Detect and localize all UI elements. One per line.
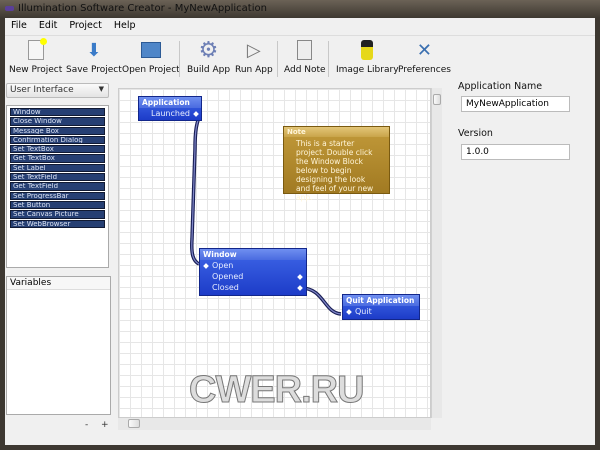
variables-panel: Variables [6,276,111,415]
watermark-logo: CWER.RU [189,369,366,412]
new-project-label: New Project [9,65,63,75]
toolbar-separator [179,41,180,77]
open-project-label: Open Project [122,65,180,75]
gear-icon: ⚙ [198,37,219,63]
preferences-button[interactable]: ✕ Preferences [398,38,451,76]
note-title: Note [284,127,389,137]
block-list-item[interactable]: Set ProgressBar [10,191,105,200]
output-port-icon[interactable] [193,111,199,117]
image-library-button[interactable]: Image Library [336,38,399,75]
note-block[interactable]: Note This is a starter project. Double c… [283,126,390,202]
open-project-icon [140,38,162,62]
block-list-item[interactable]: Confirmation Dialog [10,135,105,145]
remove-variable-button[interactable]: - [85,420,88,430]
add-note-label: Add Note [284,65,326,75]
category-value: User Interface [10,85,74,95]
row-label: Opened [212,272,244,281]
add-note-button[interactable]: Add Note [284,38,326,75]
block-title: Window [200,249,306,260]
block-title: Quit Application [343,295,419,306]
window-title: Illumination Software Creator - MyNewApp… [18,3,267,14]
block-list-item[interactable]: Set Label [10,163,105,173]
app-icon [5,6,14,11]
block-list-item[interactable]: Set TextField [10,173,105,182]
block-list-item[interactable]: Close Window [10,117,105,126]
row-label: Closed [212,283,239,292]
menu-edit[interactable]: Edit [33,18,63,34]
application-block[interactable]: Application Launched [138,96,202,121]
connection-closed-quit [300,287,342,315]
input-port-icon[interactable] [203,263,209,269]
horizontal-scrollbar[interactable] [118,418,431,430]
vertical-scrollbar[interactable] [431,88,442,418]
build-app-button[interactable]: ⚙ Build App [187,37,231,76]
scroll-thumb[interactable] [128,419,140,428]
output-port-icon[interactable] [297,274,303,280]
version-label: Version [458,128,493,139]
version-input[interactable] [461,144,570,160]
new-project-button[interactable]: New Project [9,38,62,75]
preferences-label: Preferences [398,65,451,75]
app-window: Illumination Software Creator - MyNewApp… [0,0,600,450]
menu-file[interactable]: File [5,18,33,34]
build-app-label: Build App [187,65,231,75]
quit-application-block[interactable]: Quit Application Quit [342,294,420,320]
window-block[interactable]: Window Open Opened Closed [199,248,307,296]
block-list-item[interactable]: Set Canvas Picture [10,210,105,219]
variables-header: Variables [7,277,110,290]
block-list-item[interactable]: Set WebBrowser [10,219,105,228]
app-name-input[interactable] [461,96,570,112]
toolbar: New Project ⬇ Save Project Open Project ⚙… [5,35,595,81]
run-app-button[interactable]: ▷ Run App [235,38,273,76]
save-project-button[interactable]: ⬇ Save Project [66,38,122,76]
chevron-down-icon: ▼ [98,85,104,93]
menu-project[interactable]: Project [63,18,108,34]
block-list-item[interactable]: Get TextBox [10,154,105,163]
block-list-item[interactable]: Get TextField [10,182,105,191]
play-icon: ▷ [246,39,261,61]
client-area: File Edit Project Help New Project ⬇ Save… [5,18,595,445]
flow-canvas[interactable]: Application Launched Note This is a star… [118,88,431,418]
note-icon [294,38,316,62]
tools-icon: ✕ [416,39,433,61]
image-library-icon [356,38,378,62]
output-closed[interactable]: Closed [200,282,306,293]
input-port-icon[interactable] [346,309,352,315]
toolbar-separator [328,41,329,77]
row-label: Open [212,261,234,270]
scroll-thumb[interactable] [433,94,441,105]
run-app-label: Run App [235,65,273,75]
block-list-item[interactable]: Message Box [10,126,105,135]
block-list-item[interactable]: Set Button [10,200,105,210]
block-list: Window Close Window Message Box Confirmatio… [6,105,109,268]
add-variable-button[interactable]: + [101,420,109,430]
block-list-item[interactable]: Window [10,108,105,117]
output-launched[interactable]: Launched [139,108,201,119]
menu-help[interactable]: Help [108,18,142,34]
block-title: Application [139,97,201,108]
note-text: This is a starter project. Double click … [296,139,374,202]
output-port-icon[interactable] [297,285,303,291]
open-project-button[interactable]: Open Project [122,38,180,75]
app-name-label: Application Name [458,81,543,92]
save-project-icon: ⬇ [86,39,102,61]
toolbar-separator [277,41,278,77]
input-quit[interactable]: Quit [343,306,419,317]
input-open[interactable]: Open [200,260,306,271]
row-label: Launched [151,109,190,118]
new-project-icon [25,38,47,62]
block-list-item[interactable]: Set TextBox [10,145,105,154]
save-project-label: Save Project [66,65,122,75]
menu-bar: File Edit Project Help [5,18,142,34]
category-dropdown[interactable]: User Interface ▼ [6,83,109,98]
output-opened[interactable]: Opened [200,271,306,282]
connection-closed-quit [300,286,342,316]
row-label: Quit [355,307,372,316]
image-library-label: Image Library [336,65,399,75]
